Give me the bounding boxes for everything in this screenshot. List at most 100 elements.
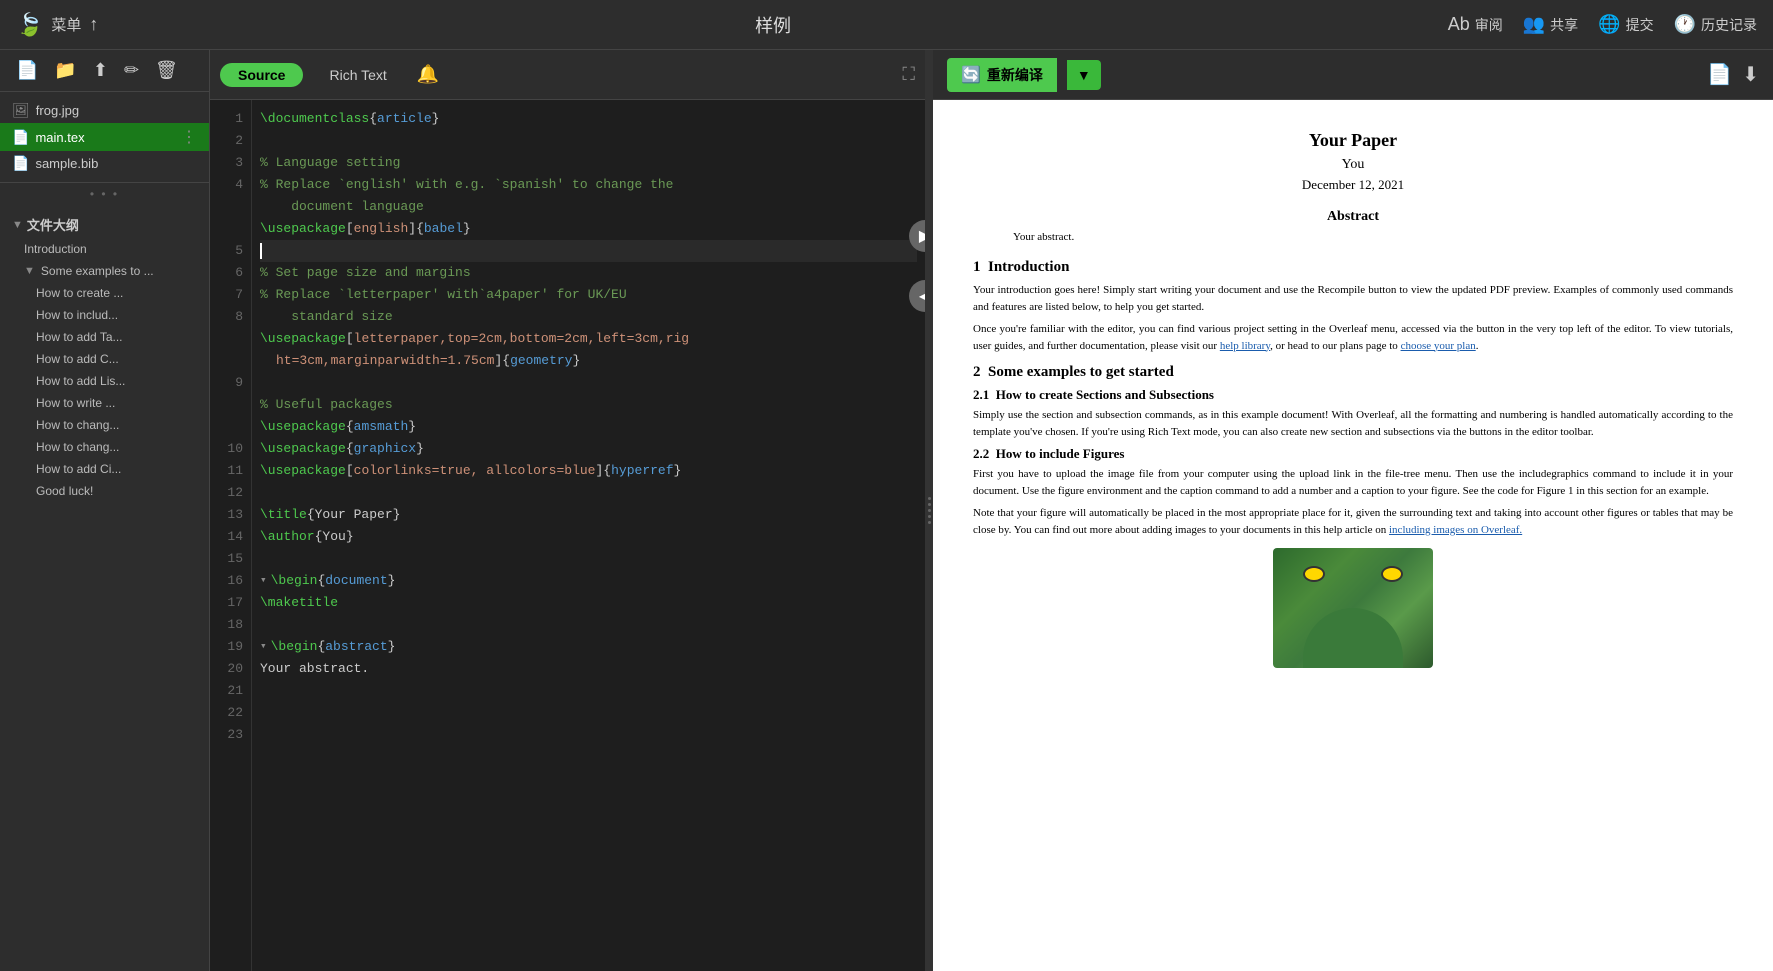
app-logo: 🍃 <box>16 12 43 38</box>
chevron-down-icon: ▼ <box>24 265 35 277</box>
outline-item-how-to-add-c[interactable]: How to add C... <box>0 348 209 370</box>
editor-content[interactable]: 1 2 3 4 5 6 7 8 9 10 11 12 13 14 15 16 1… <box>210 100 925 971</box>
new-folder-button[interactable]: 📁 <box>50 58 80 83</box>
frog-image <box>1273 548 1433 668</box>
code-line-11: % Useful packages <box>260 394 917 416</box>
frog-eye-right <box>1381 566 1403 582</box>
bib-icon: 📄 <box>12 155 29 172</box>
sidebar-toolbar: 📄 📁 ⬆ ✏ 🗑 <box>0 50 209 92</box>
notification-bell-icon[interactable]: 🔔 <box>417 64 439 85</box>
code-line-1: \documentclass{article} <box>260 108 917 130</box>
tab-source[interactable]: Source <box>220 63 303 87</box>
topbar-left: 🍃 菜单 ↑ <box>16 12 98 38</box>
abstract-text: Your abstract. <box>1013 231 1733 243</box>
abstract-title: Abstract <box>973 209 1733 225</box>
new-file-button[interactable]: 📄 <box>12 58 42 83</box>
choose-plan-link[interactable]: choose your plan <box>1401 340 1476 352</box>
code-line-20: \maketitle <box>260 592 917 614</box>
outline-item-how-to-add-ta[interactable]: How to add Ta... <box>0 326 209 348</box>
share-button[interactable]: 👥 共享 <box>1523 14 1578 35</box>
preview-toolbar: 🔄 重新编译 ▼ 📄 ⬇ <box>933 50 1773 100</box>
subsection-21-body: Simply use the section and subsection co… <box>973 407 1733 440</box>
code-line-3: % Language setting <box>260 152 917 174</box>
review-label: 审阅 <box>1475 15 1503 35</box>
code-line-10 <box>260 372 917 394</box>
recompile-button[interactable]: 🔄 重新编译 <box>947 58 1057 92</box>
section-1-title: 1 Introduction <box>973 259 1733 276</box>
topbar: 🍃 菜单 ↑ 样例 Ab 审阅 👥 共享 🌐 提交 🕐 历史记录 <box>0 0 1773 50</box>
upload-button[interactable]: ⬆ <box>89 58 112 83</box>
sidebar-dots: • • • <box>0 183 209 205</box>
fullscreen-button[interactable]: ⛶ <box>902 64 915 85</box>
outline-item-introduction[interactable]: Introduction <box>0 238 209 260</box>
code-line-7: % Set page size and margins <box>260 262 917 284</box>
edit-button[interactable]: ✏ <box>120 58 143 83</box>
outline-item-how-to-chang-2[interactable]: How to chang... <box>0 436 209 458</box>
code-line-5: \usepackage[english]{babel} <box>260 218 917 240</box>
code-line-6 <box>260 240 917 262</box>
subsection-21-title: 2.1 How to create Sections and Subsectio… <box>973 387 1733 403</box>
file-menu-icon[interactable]: ⋮ <box>181 127 197 147</box>
outline-item-how-to-chang-1[interactable]: How to chang... <box>0 414 209 436</box>
history-button[interactable]: 🕐 历史记录 <box>1674 14 1757 35</box>
outline-item-good-luck[interactable]: Good luck! <box>0 480 209 502</box>
chevron-down-icon: ▼ <box>12 219 23 231</box>
code-line-22: ▾\begin{abstract} <box>260 636 917 658</box>
review-button[interactable]: Ab 审阅 <box>1448 14 1503 35</box>
code-line-23: Your abstract. <box>260 658 917 680</box>
preview-download-icon[interactable]: ⬇ <box>1742 62 1759 87</box>
outline-item-how-to-create[interactable]: How to create ... <box>0 282 209 304</box>
history-icon: 🕐 <box>1674 14 1696 35</box>
file-item-main[interactable]: 📄 main.tex ⋮ <box>0 123 209 151</box>
code-line-19: ▾\begin{document} <box>260 570 917 592</box>
code-line-18 <box>260 548 917 570</box>
tex-icon: 📄 <box>12 129 29 146</box>
paper-date: December 12, 2021 <box>973 177 1733 193</box>
submit-button[interactable]: 🌐 提交 <box>1598 14 1653 35</box>
subsection-22-title: 2.2 How to include Figures <box>973 446 1733 462</box>
code-line-14: \usepackage[colorlinks=true, allcolors=b… <box>260 460 917 482</box>
upload-icon[interactable]: ↑ <box>89 14 98 35</box>
resize-handle[interactable] <box>925 50 933 971</box>
outline-header[interactable]: ▼ 文件大纲 <box>0 211 209 238</box>
help-library-link[interactable]: help library <box>1220 340 1270 352</box>
section-2-title: 2 Some examples to get started <box>973 364 1733 381</box>
code-editor[interactable]: \documentclass{article} % Language setti… <box>252 100 925 971</box>
overleaf-images-link[interactable]: including images on Overleaf. <box>1389 524 1522 536</box>
delete-button[interactable]: 🗑 <box>151 58 182 83</box>
outline-header-label: 文件大纲 <box>27 215 79 234</box>
code-line-21 <box>260 614 917 636</box>
file-item-frog[interactable]: 🖼 frog.jpg <box>0 98 209 123</box>
preview-area: 🔄 重新编译 ▼ 📄 ⬇ Your Paper You December 12,… <box>933 50 1773 971</box>
paper-author: You <box>973 157 1733 173</box>
outline-item-how-to-include[interactable]: How to includ... <box>0 304 209 326</box>
history-label: 历史记录 <box>1701 15 1757 35</box>
preview-file-icon[interactable]: 📄 <box>1707 62 1732 87</box>
tab-richtext[interactable]: Rich Text <box>311 63 404 87</box>
scroll-right-up[interactable]: ▶ <box>909 220 925 252</box>
menu-button[interactable]: 菜单 <box>51 14 81 35</box>
editor-tabs: Source Rich Text 🔔 ⛶ <box>210 50 925 100</box>
code-line-4: % Replace `english' with e.g. `spanish' … <box>260 174 917 218</box>
file-name-bib: sample.bib <box>35 156 197 171</box>
outline-item-some-examples[interactable]: ▼ Some examples to ... <box>0 260 209 282</box>
recompile-dropdown-button[interactable]: ▼ <box>1067 60 1101 90</box>
subsection-22-body2: Note that your figure will automatically… <box>973 505 1733 538</box>
paper-title: Your Paper <box>973 130 1733 151</box>
code-line-15 <box>260 482 917 504</box>
code-line-12: \usepackage{amsmath} <box>260 416 917 438</box>
preview-content: Your Paper You December 12, 2021 Abstrac… <box>933 100 1773 971</box>
outline-item-how-to-add-ci[interactable]: How to add Ci... <box>0 458 209 480</box>
scroll-right-down[interactable]: ◀ <box>909 280 925 312</box>
sidebar: 📄 📁 ⬆ ✏ 🗑 🖼 frog.jpg 📄 main.tex ⋮ 📄 samp… <box>0 50 210 971</box>
section-1-body2: Once you're familiar with the editor, yo… <box>973 321 1733 354</box>
submit-icon: 🌐 <box>1598 14 1620 35</box>
file-item-bib[interactable]: 📄 sample.bib <box>0 151 209 176</box>
section-1-body: Your introduction goes here! Simply star… <box>973 282 1733 315</box>
section-2: 2 Some examples to get started 2.1 How t… <box>973 364 1733 668</box>
outline-item-how-to-add-lis[interactable]: How to add Lis... <box>0 370 209 392</box>
outline-item-how-to-write[interactable]: How to write ... <box>0 392 209 414</box>
image-icon: 🖼 <box>12 102 30 119</box>
subsection-22-body: First you have to upload the image file … <box>973 466 1733 499</box>
file-name-frog: frog.jpg <box>36 103 197 118</box>
